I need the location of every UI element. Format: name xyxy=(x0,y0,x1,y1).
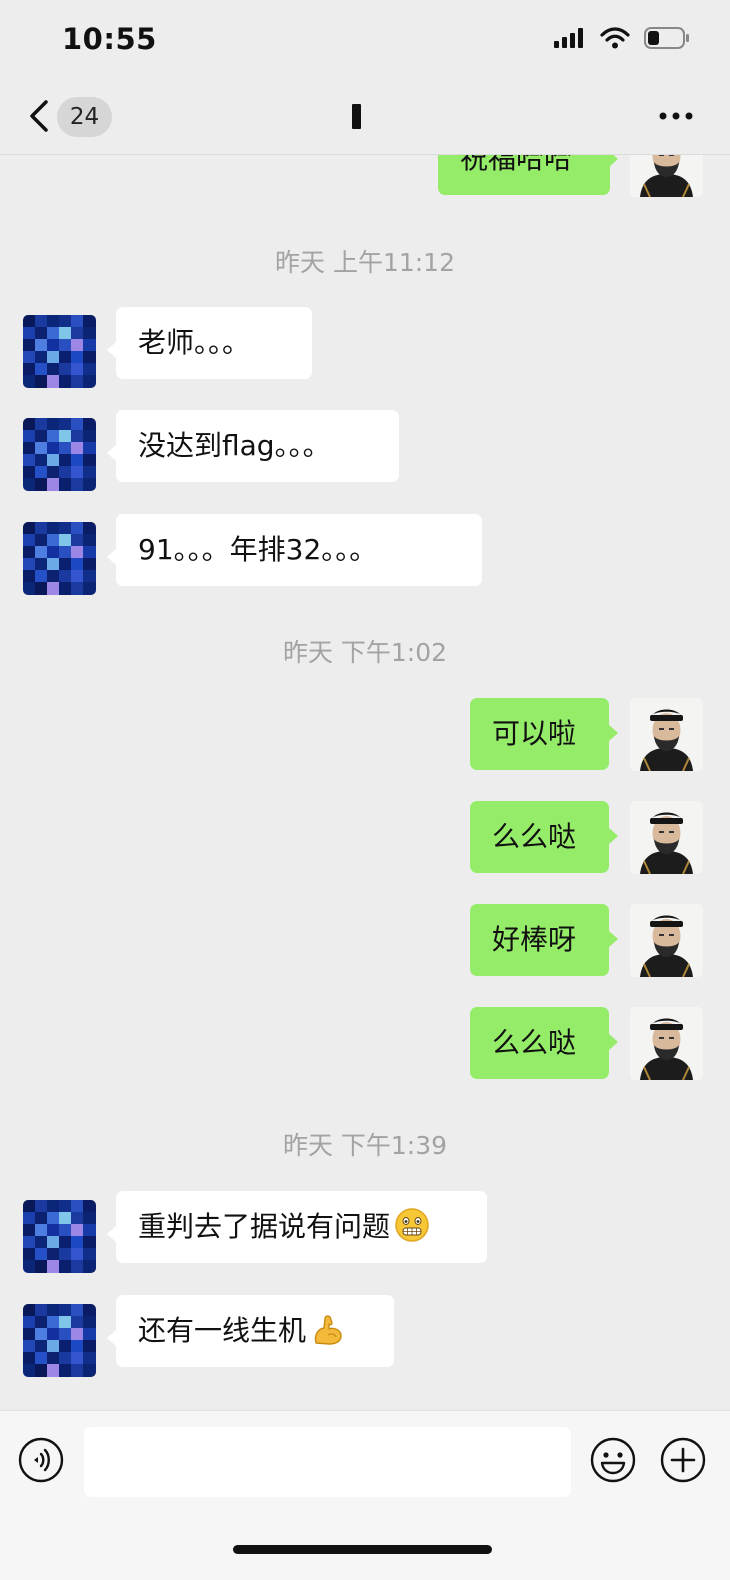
bubble-tail xyxy=(609,931,618,947)
message-list[interactable]: 祝福哈哈 昨天 上午11:12 老师。。。 没达到flag。。。 91。。。年排… xyxy=(0,155,730,1410)
unread-count-badge[interactable]: 24 xyxy=(57,97,112,137)
bubble-tail xyxy=(609,725,618,741)
message-bubble-incoming[interactable]: 没达到flag。。。 xyxy=(116,410,399,482)
chat-header: 24 xyxy=(0,82,730,155)
message-text: 重判去了据说有问题 xyxy=(138,1210,391,1243)
message-text: 么么哒 xyxy=(492,820,577,853)
contact-avatar[interactable] xyxy=(23,522,96,595)
timestamp: 昨天 下午1:39 xyxy=(282,1131,448,1160)
bubble-tail xyxy=(107,1226,116,1242)
message-bubble-outgoing[interactable]: 可以啦 xyxy=(470,698,609,770)
status-bar: 10:55 xyxy=(0,0,730,82)
timestamp: 昨天 上午11:12 xyxy=(275,248,455,277)
contact-avatar[interactable] xyxy=(23,315,96,388)
input-bar xyxy=(0,1410,730,1580)
bubble-tail xyxy=(107,1330,116,1346)
contact-avatar[interactable] xyxy=(23,1304,96,1377)
message-text: 么么哒 xyxy=(492,1026,577,1059)
bubble-tail xyxy=(609,828,618,844)
message-text: 91。。。年排32。。。 xyxy=(138,533,378,566)
more-options-icon[interactable] xyxy=(658,104,694,128)
message-text: 老师。。。 xyxy=(138,326,251,359)
emoji-icon[interactable] xyxy=(589,1436,637,1484)
message-bubble-outgoing[interactable]: 好棒呀 xyxy=(470,904,609,976)
my-avatar[interactable] xyxy=(630,698,703,771)
flexed-biceps-icon xyxy=(314,1315,342,1345)
bubble-tail xyxy=(609,1034,618,1050)
voice-input-icon[interactable] xyxy=(17,1436,65,1484)
message-bubble-outgoing[interactable]: 么么哒 xyxy=(470,1007,609,1079)
bubble-tail xyxy=(107,549,116,565)
my-avatar[interactable] xyxy=(630,801,703,874)
add-more-icon[interactable] xyxy=(659,1436,707,1484)
my-avatar[interactable] xyxy=(630,904,703,977)
message-bubble-incoming[interactable]: 还有一线生机 xyxy=(116,1295,394,1367)
status-time: 10:55 xyxy=(62,22,157,56)
timestamp: 昨天 下午1:02 xyxy=(282,638,448,667)
message-bubble-incoming[interactable]: 91。。。年排32。。。 xyxy=(116,514,482,586)
battery-icon xyxy=(644,27,689,49)
message-text: 祝福哈哈 xyxy=(460,155,573,175)
message-bubble-outgoing[interactable]: 么么哒 xyxy=(470,801,609,873)
message-text: 还有一线生机 xyxy=(138,1314,307,1347)
message-text: 可以啦 xyxy=(492,717,577,750)
message-text: 没达到flag。。。 xyxy=(138,429,331,462)
chat-title xyxy=(352,104,361,129)
message-input[interactable] xyxy=(84,1427,571,1497)
message-bubble-incoming[interactable]: 老师。。。 xyxy=(116,307,312,379)
bubble-tail xyxy=(107,342,116,358)
bubble-tail xyxy=(609,155,618,167)
bubble-tail xyxy=(107,445,116,461)
contact-avatar[interactable] xyxy=(23,1200,96,1273)
my-avatar[interactable] xyxy=(630,155,703,197)
grimacing-face-icon xyxy=(395,1208,429,1242)
status-icons xyxy=(554,26,690,50)
contact-avatar[interactable] xyxy=(23,418,96,491)
cellular-signal-icon xyxy=(554,28,583,48)
back-chevron-icon[interactable] xyxy=(26,96,56,136)
wifi-icon xyxy=(600,27,630,49)
my-avatar[interactable] xyxy=(630,1007,703,1080)
message-bubble-incoming[interactable]: 重判去了据说有问题 xyxy=(116,1191,487,1263)
home-indicator[interactable] xyxy=(233,1545,492,1554)
message-bubble-outgoing[interactable]: 祝福哈哈 xyxy=(438,155,610,195)
message-text: 好棒呀 xyxy=(492,923,577,956)
